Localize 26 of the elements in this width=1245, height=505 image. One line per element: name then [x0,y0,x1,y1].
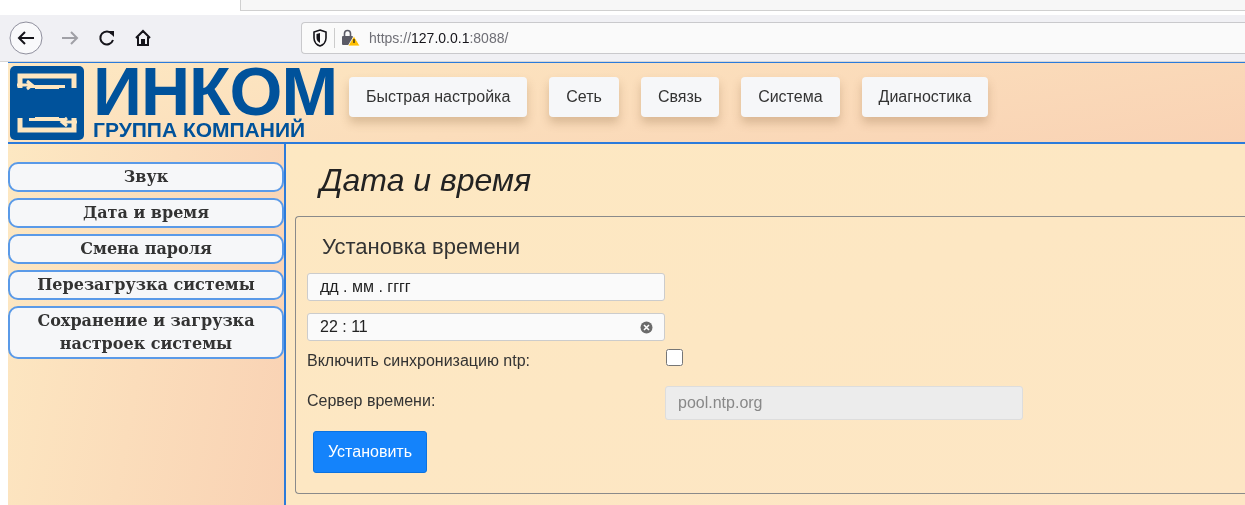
shield-icon [312,29,328,47]
server-label: Сервер времени: [307,392,437,410]
sidebar-item[interactable]: Смена пароля [8,234,284,264]
card-title: Установка времени [322,234,522,260]
sidebar-item[interactable]: Дата и время [8,198,284,228]
lock-warning-icon [341,29,361,47]
nav-button[interactable]: Сеть [549,76,619,117]
logo-icon [9,64,85,141]
nav-button[interactable]: Связь [640,76,720,117]
address-bar[interactable]: https://127.0.0.1:8088/ [301,22,1245,54]
clear-icon[interactable] [640,321,653,334]
back-icon[interactable] [9,21,43,55]
time-field[interactable]: 22 : 11 [307,313,665,341]
sidebar-item[interactable]: Перезагрузка системы [8,270,284,300]
sidebar-item[interactable]: Звук [8,162,284,192]
nav-button[interactable]: Быстрая настройка [349,76,528,117]
url-text: https://127.0.0.1:8088/ [369,30,509,46]
reload-icon[interactable] [98,29,116,47]
nav-button[interactable]: Диагностика [861,76,989,117]
ntp-checkbox[interactable] [666,348,683,366]
nav-button[interactable]: Система [741,76,840,117]
sidebar-item[interactable]: Сохранение и загрузка настроек системы [8,306,284,359]
ntp-sync-label: Включить синхронизацию ntp: [307,352,532,370]
date-field[interactable]: дд . мм . гггг [307,273,665,301]
submit-button[interactable]: Установить [313,431,427,473]
home-icon[interactable] [134,29,152,47]
